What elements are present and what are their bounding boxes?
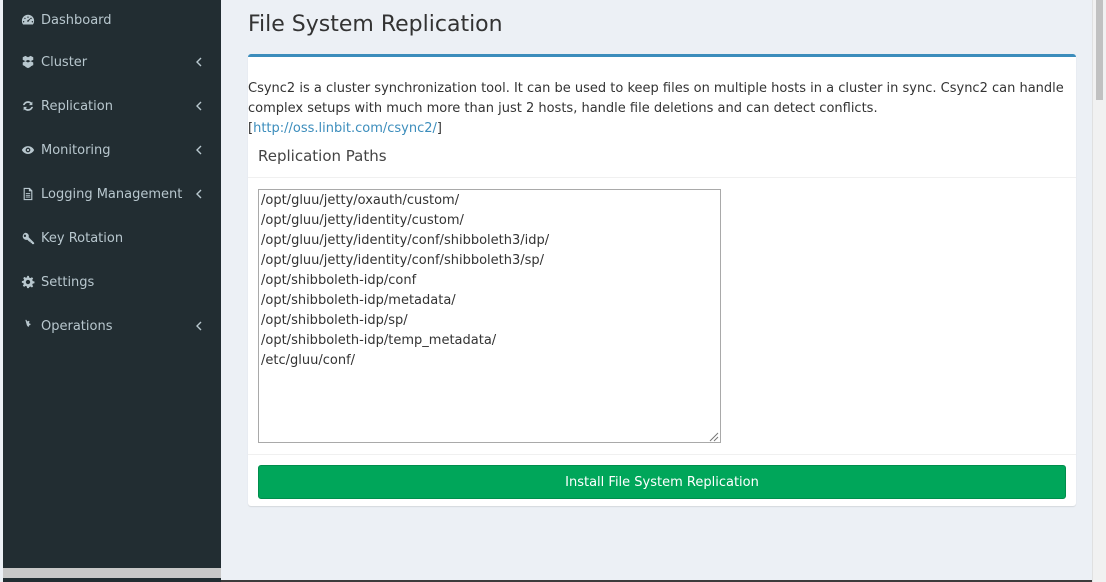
sidebar-item-monitoring[interactable]: Monitoring [3,128,221,172]
refresh-icon [21,99,35,113]
sidebar-horizontal-scrollbar[interactable] [3,568,233,578]
sidebar-item-label: Replication [41,98,113,114]
dashboard-icon [21,13,35,27]
sidebar-item-label: Dashboard [41,12,112,28]
replication-box: Csync2 is a cluster synchronization tool… [248,54,1076,506]
path-line: /opt/shibboleth-idp/temp_metadata/ [261,333,497,348]
sidebar-item-label: Key Rotation [41,230,124,246]
link-bracket-close: ] [436,121,442,136]
description-text: Csync2 is a cluster synchronization tool… [248,79,1076,139]
chevron-left-icon [195,187,203,201]
sidebar-item-logging-management[interactable]: Logging Management [3,172,221,216]
csync2-link[interactable]: http://oss.linbit.com/csync2/ [253,121,437,136]
app-window: Dashboard Cluster Replication Monitoring… [0,0,1106,582]
sidebar-item-cluster[interactable]: Cluster [3,40,221,84]
path-line: /opt/gluu/jetty/identity/conf/shibboleth… [261,233,550,248]
sidebar-menu: Dashboard Cluster Replication Monitoring… [3,0,221,348]
divider [248,177,1076,178]
sidebar-item-replication[interactable]: Replication [3,84,221,128]
sidebar: Dashboard Cluster Replication Monitoring… [0,0,221,582]
eye-icon [21,143,35,157]
sidebar-item-dashboard[interactable]: Dashboard [3,0,221,40]
chevron-left-icon [195,99,203,113]
sidebar-item-label: Cluster [41,54,88,70]
main-content: File System Replication Csync2 is a clus… [221,0,1092,582]
resize-handle-icon[interactable] [707,429,719,442]
sidebar-item-settings[interactable]: Settings [3,260,221,304]
divider [248,454,1076,455]
install-replication-button[interactable]: Install File System Replication [258,465,1066,499]
chevron-left-icon [195,55,203,69]
file-text-icon [21,187,35,201]
cubes-icon [21,55,35,69]
gear-icon [21,275,35,289]
sidebar-item-operations[interactable]: Operations [3,304,221,348]
scrollbar-thumb[interactable] [1096,0,1103,100]
sidebar-item-label: Settings [41,274,95,290]
path-line: /opt/shibboleth-idp/metadata/ [261,293,456,308]
sidebar-item-label: Logging Management [41,186,183,202]
sidebar-item-label: Operations [41,318,113,334]
chevron-left-icon [195,319,203,333]
replication-paths-textarea[interactable]: /opt/gluu/jetty/oxauth/custom/ /opt/gluu… [258,189,721,443]
path-line: /etc/gluu/conf/ [261,353,356,368]
path-line: /opt/shibboleth-idp/sp/ [261,313,408,328]
gears-icon [21,319,35,333]
sidebar-item-key-rotation[interactable]: Key Rotation [3,216,221,260]
path-line: /opt/shibboleth-idp/conf [261,273,417,288]
sidebar-item-label: Monitoring [41,142,111,158]
path-line: /opt/gluu/jetty/identity/custom/ [261,213,464,228]
path-line: /opt/gluu/jetty/oxauth/custom/ [261,193,460,208]
description-body: Csync2 is a cluster synchronization tool… [248,81,1064,116]
vertical-scrollbar[interactable] [1092,0,1106,582]
chevron-left-icon [195,143,203,157]
path-line: /opt/gluu/jetty/identity/conf/shibboleth… [261,253,545,268]
page-title: File System Replication [248,12,503,37]
panel-title: Replication Paths [258,147,387,165]
key-icon [21,231,35,245]
